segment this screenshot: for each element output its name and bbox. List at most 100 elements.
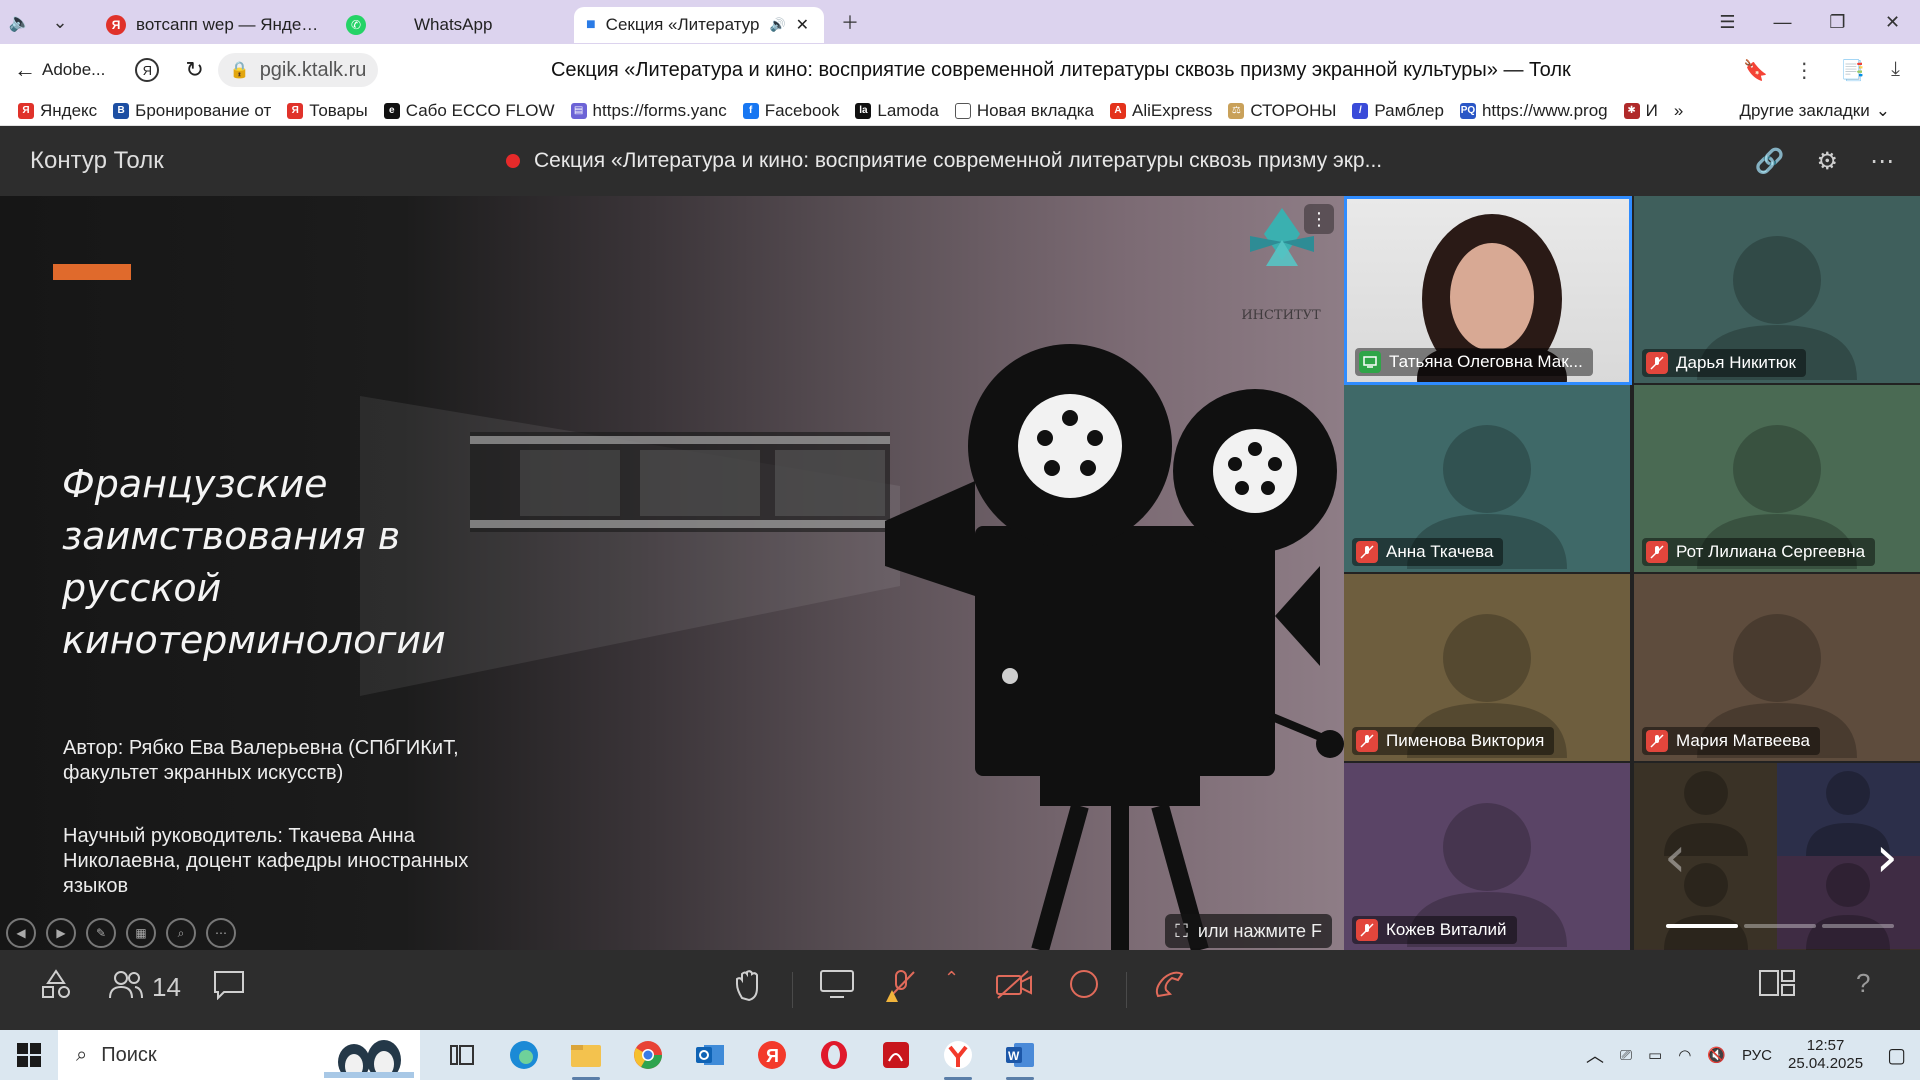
participant-tile[interactable]: Пименова Виктория — [1344, 574, 1630, 761]
zoom-icon[interactable]: ⌕ — [166, 918, 196, 948]
taskbar-search[interactable]: ⌕ Поиск — [58, 1030, 420, 1080]
bookmark-item[interactable]: Я Яндекс — [18, 101, 97, 121]
participant-name: Дарья Никитюк — [1642, 349, 1806, 377]
minimize-icon[interactable]: — — [1755, 0, 1810, 44]
reload-icon[interactable]: ↻ — [185, 57, 203, 83]
url-field[interactable]: 🔒 pgik.ktalk.ru — [217, 53, 379, 87]
new-tab-icon[interactable]: ＋ — [830, 6, 870, 38]
bookmark-item[interactable]: / Рамблер — [1352, 101, 1444, 121]
more-icon[interactable]: ⋮ — [1794, 58, 1814, 83]
participant-tile[interactable]: Кожев Виталий — [1344, 763, 1630, 950]
apps-shapes-icon[interactable] — [40, 968, 72, 1000]
screen-share-button-icon[interactable] — [818, 968, 856, 1000]
meet-now-icon[interactable]: ⎚ — [1620, 1047, 1632, 1064]
edge-icon[interactable] — [504, 1035, 544, 1075]
bookmark-item[interactable]: A AliExpress — [1110, 101, 1212, 121]
battery-icon[interactable]: ▭ — [1648, 1046, 1662, 1064]
participants-button[interactable]: 14 — [108, 968, 181, 1007]
bookmark-item[interactable]: Новая вкладка — [954, 101, 1094, 121]
tab-audio-icon[interactable]: 🔈 — [0, 6, 40, 38]
next-slide-icon[interactable]: ▶ — [46, 918, 76, 948]
bookmark-item[interactable]: e Сабо ECCO FLOW — [383, 101, 555, 121]
pager-dot[interactable] — [1666, 924, 1738, 928]
record-icon[interactable] — [1068, 968, 1100, 1000]
chrome-icon[interactable] — [628, 1035, 668, 1075]
acrobat-icon[interactable] — [876, 1035, 916, 1075]
restore-icon[interactable]: ❐ — [1810, 0, 1865, 44]
bookmark-icon[interactable]: 🔖 — [1743, 58, 1768, 83]
windows-taskbar: ⌕ Поиск Я W ︿ ⎚ ▭ ◠ 🔇 РУС 12:57 25.04.20… — [0, 1030, 1920, 1080]
mic-muted-warning-icon[interactable] — [884, 968, 920, 1004]
camera-off-icon[interactable] — [994, 968, 1034, 1000]
participant-tile[interactable]: Мария Матвеева — [1634, 574, 1920, 761]
facebook-icon: f — [742, 102, 759, 119]
back-arrow-icon[interactable]: ← — [14, 57, 36, 83]
mic-options-chevron-icon[interactable]: ⌃ — [944, 968, 959, 989]
bookmark-item[interactable]: la Lamoda — [855, 101, 939, 121]
browser-tab-bar: 🔈 ⌄ Я вотсапп wep — Яндекс: на ✆ WhatsAp… — [0, 0, 1920, 44]
pager-next-icon[interactable]: › — [1876, 825, 1898, 890]
taskbar-clock[interactable]: 12:57 25.04.2025 — [1788, 1037, 1863, 1073]
pager-prev-icon[interactable]: ‹ — [1664, 825, 1686, 890]
browser-tab-whatsapp[interactable]: ✆ WhatsApp — [334, 7, 574, 43]
yandex-taskbar-icon[interactable]: Я — [752, 1035, 792, 1075]
yandex-browser-taskbar-icon[interactable] — [938, 1035, 978, 1080]
other-bookmarks[interactable]: Другие закладки ⌄ — [1739, 101, 1920, 121]
mic-off-icon — [1356, 919, 1378, 941]
page-icon — [954, 102, 971, 119]
bookmark-item[interactable]: B Бронирование от — [113, 101, 271, 121]
reader-icon[interactable]: 📑 — [1840, 58, 1865, 83]
pager-dot[interactable] — [1822, 924, 1894, 928]
close-window-icon[interactable]: ✕ — [1865, 0, 1920, 44]
chat-icon[interactable] — [212, 968, 246, 1000]
opera-icon[interactable] — [814, 1035, 854, 1075]
slides-grid-icon[interactable]: ▦ — [126, 918, 156, 948]
raise-hand-icon[interactable] — [732, 968, 766, 1002]
more-participants-tile[interactable]: ‹ › — [1634, 763, 1920, 950]
participant-tile[interactable]: Рот Лилиана Сергеевна — [1634, 385, 1920, 572]
volume-muted-icon[interactable]: 🔇 — [1707, 1046, 1726, 1064]
layout-toggle-icon[interactable] — [1758, 968, 1796, 998]
slide-menu-icon[interactable]: ⋮ — [1304, 204, 1334, 234]
participant-tile[interactable]: Анна Ткачева — [1344, 385, 1630, 572]
bookmark-item[interactable]: Я Товары — [287, 101, 368, 121]
browser-tab-yandex[interactable]: Я вотсапп wep — Яндекс: на — [94, 7, 334, 43]
participant-tile[interactable]: Татьяна Олеговна Мак... — [1344, 196, 1632, 385]
participant-tile[interactable]: Дарья Никитюк — [1634, 196, 1920, 383]
file-explorer-icon[interactable] — [566, 1035, 606, 1080]
close-tab-icon[interactable]: ✕ — [796, 15, 809, 35]
input-language[interactable]: РУС — [1742, 1047, 1772, 1064]
hang-up-icon[interactable] — [1152, 968, 1188, 1002]
tray-chevron-up-icon[interactable]: ︿ — [1586, 1042, 1604, 1068]
outlook-icon[interactable] — [690, 1035, 730, 1075]
help-icon[interactable]: ? — [1856, 968, 1870, 999]
tabs-menu-icon[interactable]: ☰ — [1700, 0, 1755, 44]
bookmark-item[interactable]: f Facebook — [742, 101, 839, 121]
wifi-icon[interactable]: ◠ — [1678, 1046, 1691, 1064]
more-horizontal-icon[interactable]: ⋯ — [1870, 147, 1894, 176]
task-view-icon[interactable] — [442, 1035, 482, 1075]
slide-more-icon[interactable]: ⋯ — [206, 918, 236, 948]
bookmarks-overflow-icon[interactable]: » — [1674, 101, 1683, 121]
fullscreen-hint[interactable]: ⛶ или нажмите F — [1165, 914, 1332, 948]
back-label[interactable]: Adobe... — [42, 60, 105, 80]
browser-tab-active[interactable]: ■ Секция «Литератур 🔊 ✕ — [574, 7, 824, 43]
tab-list-chevron-icon[interactable]: ⌄ — [40, 6, 80, 38]
bookmark-item[interactable]: PQ https://www.prog — [1459, 101, 1608, 121]
bookmark-item[interactable]: ✱ И — [1623, 101, 1658, 121]
recording-dot-icon — [506, 154, 520, 168]
pager-dot[interactable] — [1744, 924, 1816, 928]
pen-icon[interactable]: ✎ — [86, 918, 116, 948]
yandex-icon: Я — [106, 15, 126, 35]
word-icon[interactable]: W — [1000, 1035, 1040, 1080]
pager-indicator — [1666, 924, 1894, 928]
notifications-icon[interactable]: ▢ — [1887, 1043, 1906, 1068]
prev-slide-icon[interactable]: ◀ — [6, 918, 36, 948]
gear-icon[interactable]: ⚙ — [1816, 147, 1838, 176]
windows-start-icon[interactable] — [0, 1030, 58, 1080]
yandex-browser-icon[interactable]: Я — [135, 58, 160, 82]
bookmark-item[interactable]: ⚖ СТОРОНЫ — [1228, 101, 1336, 121]
download-icon[interactable]: ⤓ — [1891, 58, 1900, 83]
bookmark-item[interactable]: ▤ https://forms.yanc — [570, 101, 727, 121]
link-icon[interactable]: 🔗 — [1755, 147, 1785, 176]
